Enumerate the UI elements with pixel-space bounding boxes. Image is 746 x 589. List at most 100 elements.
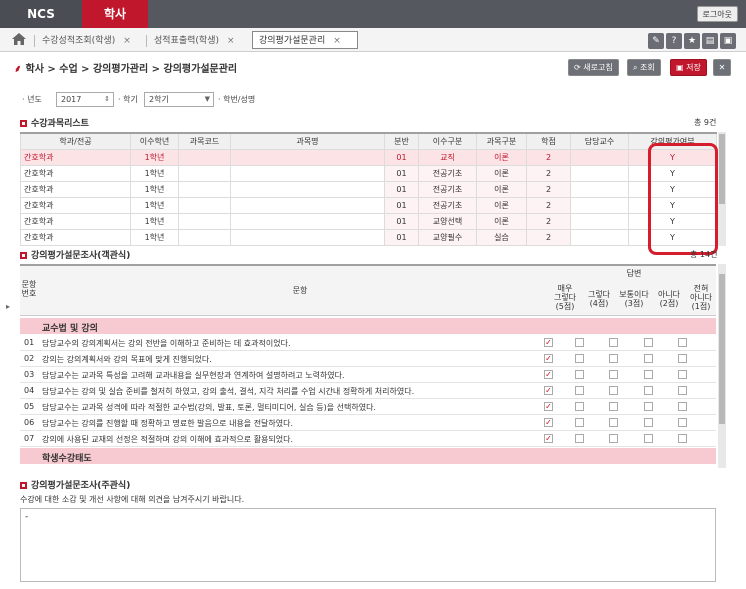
column-header[interactable]: 과목구분	[476, 132, 527, 150]
help-icon[interactable]: ?	[666, 33, 682, 49]
answer-checkbox[interactable]: ✓	[544, 354, 553, 363]
answer-checkbox[interactable]	[644, 386, 653, 395]
option-neutral-header: 보통이다 (3점)	[619, 290, 649, 308]
tab-lecture-evaluation-survey[interactable]: 강의평가설문관리 ×	[252, 31, 358, 49]
breadcrumb-text: 학사 > 수업 > 강의평가관리 > 강의평가설문관리	[25, 64, 238, 75]
window-icon[interactable]: ▣	[720, 33, 736, 49]
answer-checkbox[interactable]	[678, 402, 687, 411]
table-cell	[570, 196, 629, 214]
question-number: 01	[24, 338, 35, 347]
side-panel-toggle-icon[interactable]: ▸	[6, 302, 12, 314]
close-button[interactable]: ✕	[713, 59, 731, 76]
question-text: 담당교수는 강의 및 실습 준비를 철저히 하였고, 강의 출석, 결석, 지각…	[42, 387, 415, 396]
answer-checkbox[interactable]: ✓	[544, 386, 553, 395]
answer-checkbox[interactable]	[644, 370, 653, 379]
answer-checkbox[interactable]	[678, 354, 687, 363]
answer-checkbox[interactable]	[575, 370, 584, 379]
answer-checkbox[interactable]: ✓	[544, 338, 553, 347]
answer-checkbox[interactable]: ✓	[544, 418, 553, 427]
course-list-title-text: 수강과목리스트	[31, 119, 89, 129]
layout-icon[interactable]: ▤	[702, 33, 718, 49]
tab-transcript-print[interactable]: 성적표출력(학생) ×	[148, 32, 235, 50]
chevron-down-icon[interactable]: ▼	[205, 93, 210, 106]
table-cell: 이론	[476, 164, 527, 182]
column-header[interactable]: 학과/전공	[20, 132, 131, 150]
edit-icon[interactable]: ✎	[648, 33, 664, 49]
save-button[interactable]: ▣ 저장	[670, 59, 707, 76]
tab-course-grade-inquiry[interactable]: 수강성적조회(학생) ×	[36, 32, 131, 50]
table-cell: 1학년	[130, 180, 179, 198]
answer-checkbox[interactable]	[678, 386, 687, 395]
table-cell: 1학년	[130, 196, 179, 214]
comment-textarea[interactable]: -	[20, 508, 716, 582]
column-header[interactable]: 과목코드	[178, 132, 231, 150]
answer-checkbox[interactable]	[609, 418, 618, 427]
answer-checkbox[interactable]	[644, 402, 653, 411]
table-cell	[570, 228, 629, 246]
year-spinner[interactable]: 2017 ⇕	[56, 92, 114, 107]
course-list-table: 학과/전공 이수학년 과목코드 과목명 분반 이수구분 과목구분 학점 담당교수 강의평가여부 간…	[20, 132, 717, 246]
term-select[interactable]: 2학기 ▼	[144, 92, 214, 107]
survey-table-scrollbar[interactable]	[718, 264, 726, 468]
survey-count: 총 14건	[690, 250, 718, 259]
ncs-menu-tab[interactable]: NCS	[0, 0, 82, 28]
spinner-arrows-icon[interactable]: ⇕	[104, 93, 110, 106]
answer-checkbox[interactable]	[678, 338, 687, 347]
answer-checkbox[interactable]: ✓	[544, 402, 553, 411]
table-row[interactable]: 간호학과 1학년 01 전공기초 이론 2 Y	[20, 196, 717, 214]
haksa-menu-tab[interactable]: 학사	[82, 0, 148, 28]
column-header[interactable]: 과목명	[230, 132, 385, 150]
favorite-icon[interactable]: ★	[684, 33, 700, 49]
scrollbar-thumb[interactable]	[719, 134, 725, 204]
answer-checkbox[interactable]	[609, 402, 618, 411]
logout-button[interactable]: 로그아웃	[696, 6, 738, 22]
table-row[interactable]: 간호학과 1학년 01 교직 이론 2 Y	[20, 148, 717, 166]
column-header[interactable]: 이수학년	[130, 132, 179, 150]
column-header[interactable]: 학점	[526, 132, 571, 150]
close-icon[interactable]: ×	[227, 36, 235, 46]
answer-checkbox[interactable]	[609, 386, 618, 395]
table-row[interactable]: 간호학과 1학년 01 전공기초 이론 2 Y	[20, 180, 717, 198]
table-row[interactable]: 간호학과 1학년 01 교양선택 이론 2 Y	[20, 212, 717, 230]
question-text: 담당교수는 강의를 진행할 때 정확하고 명료한 발음으로 내용을 전달하였다.	[42, 419, 294, 428]
refresh-button[interactable]: ⟳ 새로고침	[568, 59, 619, 76]
answer-checkbox[interactable]	[644, 354, 653, 363]
close-icon[interactable]: ×	[123, 36, 131, 46]
answer-checkbox[interactable]	[678, 434, 687, 443]
question-number: 04	[24, 386, 35, 395]
table-cell: 01	[384, 148, 419, 166]
column-header[interactable]: 이수구분	[418, 132, 477, 150]
table-row[interactable]: 간호학과 1학년 01 전공기초 이론 2 Y	[20, 164, 717, 182]
answer-checkbox[interactable]	[575, 418, 584, 427]
section-square-icon	[20, 120, 27, 127]
answer-checkbox[interactable]	[644, 434, 653, 443]
scrollbar-thumb[interactable]	[719, 274, 725, 424]
answer-checkbox[interactable]	[609, 338, 618, 347]
answer-checkbox[interactable]	[575, 338, 584, 347]
home-icon[interactable]	[12, 33, 26, 45]
answer-checkbox[interactable]	[678, 370, 687, 379]
search-button[interactable]: ⌕ 조회	[627, 59, 661, 76]
course-table-scrollbar[interactable]	[718, 132, 726, 246]
column-header[interactable]: 담당교수	[570, 132, 629, 150]
answer-checkbox[interactable]	[609, 434, 618, 443]
answer-checkbox[interactable]	[575, 386, 584, 395]
survey-question-row: 06 담당교수는 강의를 진행할 때 정확하고 명료한 발음으로 내용을 전달하였…	[20, 415, 716, 431]
table-cell: 2	[526, 228, 571, 246]
answer-checkbox[interactable]	[609, 370, 618, 379]
table-row[interactable]: 간호학과 1학년 01 교양필수 실습 2 Y	[20, 228, 717, 246]
close-icon[interactable]: ×	[333, 36, 341, 46]
answer-checkbox[interactable]	[575, 402, 584, 411]
answer-checkbox[interactable]: ✓	[544, 370, 553, 379]
answer-checkbox[interactable]	[644, 418, 653, 427]
answer-checkbox[interactable]	[575, 434, 584, 443]
table-cell: 1학년	[130, 164, 179, 182]
tab-label: 성적표출력(학생)	[154, 36, 219, 46]
answer-checkbox[interactable]: ✓	[544, 434, 553, 443]
answer-checkbox[interactable]	[575, 354, 584, 363]
answer-checkbox[interactable]	[678, 418, 687, 427]
answer-checkbox[interactable]	[609, 354, 618, 363]
answer-checkbox[interactable]	[644, 338, 653, 347]
term-value: 2학기	[149, 95, 169, 104]
column-header[interactable]: 분반	[384, 132, 419, 150]
